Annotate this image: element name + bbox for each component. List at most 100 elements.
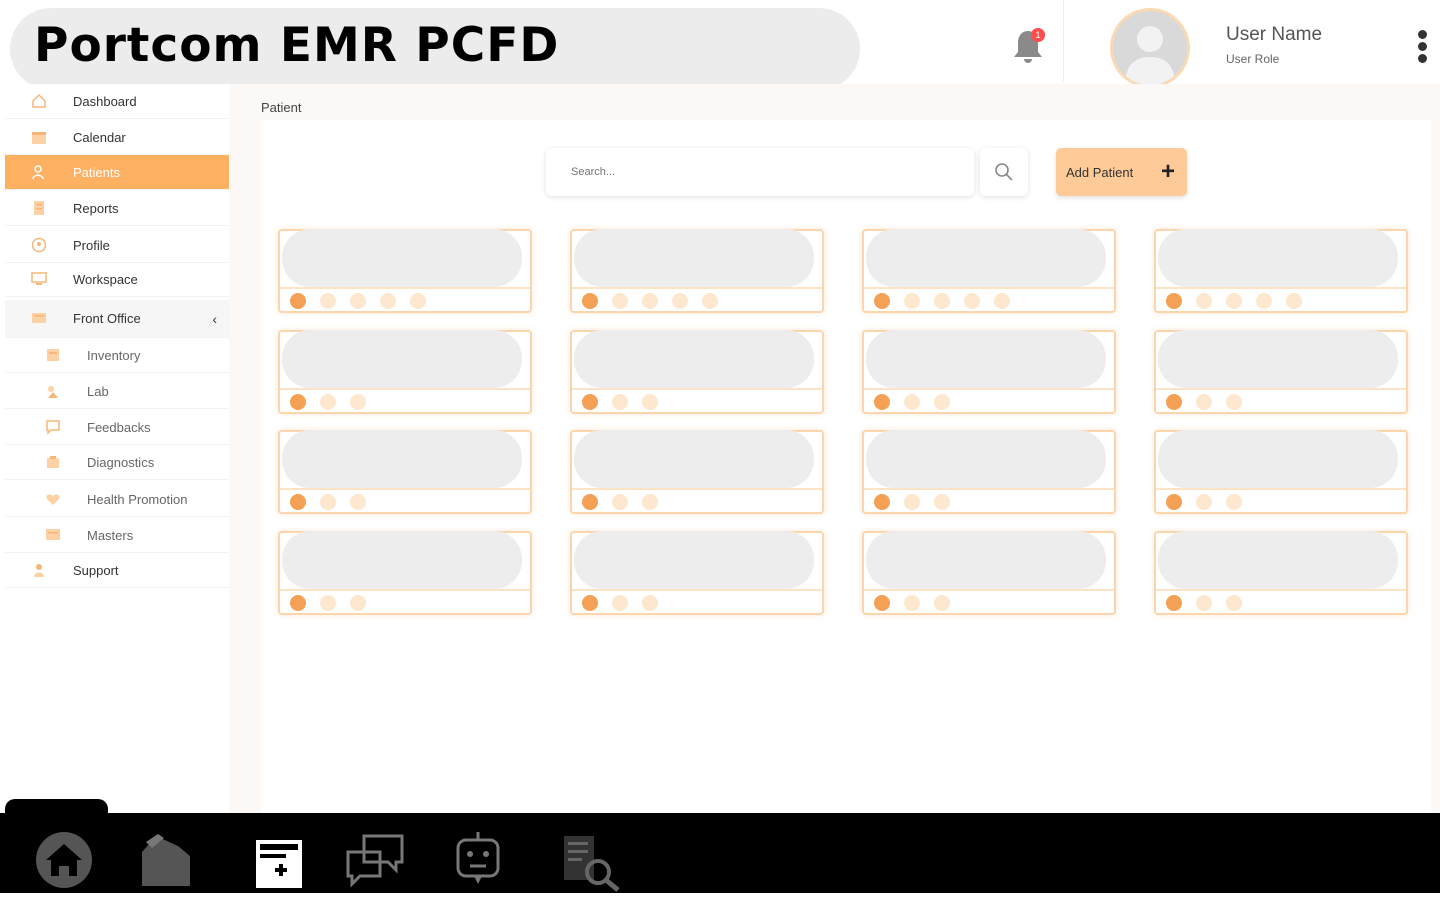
card-action-icon[interactable] (934, 293, 950, 309)
sidebar-item-lab[interactable]: Lab (5, 374, 229, 409)
card-action-icon[interactable] (1286, 293, 1302, 309)
patient-card[interactable] (570, 229, 824, 313)
sidebar-item-reports[interactable]: Reports (5, 191, 229, 226)
card-action-icon[interactable] (642, 394, 658, 410)
sidebar-item-support[interactable]: Support (5, 553, 229, 588)
sidebar-item-health-promotion[interactable]: Health Promotion (5, 482, 229, 517)
edit-icon[interactable] (874, 293, 890, 309)
card-action-icon[interactable] (1226, 293, 1242, 309)
card-action-icon[interactable] (904, 293, 920, 309)
sidebar-item-patients[interactable]: Patients (5, 155, 229, 190)
edit-icon[interactable] (582, 293, 598, 309)
files-icon[interactable] (134, 828, 198, 892)
sidebar-item-dashboard[interactable]: Dashboard (5, 84, 229, 119)
sidebar-item-feedbacks[interactable]: Feedbacks (5, 410, 229, 445)
card-action-icon[interactable] (1226, 494, 1242, 510)
card-action-icon[interactable] (1226, 394, 1242, 410)
card-action-icon[interactable] (672, 293, 688, 309)
patient-card[interactable] (570, 430, 824, 514)
card-action-icon[interactable] (350, 293, 366, 309)
patient-card[interactable] (278, 229, 532, 313)
app-title: Portcom EMR PCFD (34, 18, 560, 73)
card-action-icon[interactable] (320, 394, 336, 410)
card-action-icon[interactable] (350, 595, 366, 611)
card-action-icon[interactable] (904, 595, 920, 611)
sidebar-item-workspace[interactable]: Workspace (5, 262, 229, 297)
patient-card[interactable] (862, 531, 1116, 615)
patient-card[interactable] (1154, 229, 1408, 313)
edit-icon[interactable] (874, 394, 890, 410)
patient-card[interactable] (1154, 531, 1408, 615)
patient-card[interactable] (278, 430, 532, 514)
edit-icon[interactable] (290, 494, 306, 510)
search-button[interactable] (980, 148, 1028, 196)
sidebar-item-masters[interactable]: Masters (5, 518, 229, 553)
card-action-icon[interactable] (1196, 293, 1212, 309)
edit-icon[interactable] (290, 293, 306, 309)
edit-icon[interactable] (1166, 494, 1182, 510)
edit-icon[interactable] (1166, 394, 1182, 410)
search-input[interactable] (546, 148, 974, 196)
card-action-icon[interactable] (1196, 595, 1212, 611)
sidebar-item-diagnostics[interactable]: Diagnostics (5, 445, 229, 480)
card-action-icon[interactable] (1226, 595, 1242, 611)
add-patient-button[interactable]: Add Patient + (1056, 148, 1187, 196)
document-search-icon[interactable] (560, 828, 624, 892)
card-action-icon[interactable] (904, 394, 920, 410)
patient-card[interactable] (278, 531, 532, 615)
card-actions (874, 494, 950, 510)
edit-icon[interactable] (1166, 293, 1182, 309)
patient-card[interactable] (862, 430, 1116, 514)
patient-card[interactable] (570, 531, 824, 615)
edit-icon[interactable] (874, 494, 890, 510)
card-action-icon[interactable] (320, 293, 336, 309)
card-action-icon[interactable] (1196, 394, 1212, 410)
patient-card[interactable] (570, 330, 824, 414)
card-action-icon[interactable] (934, 394, 950, 410)
edit-icon[interactable] (582, 394, 598, 410)
patient-card[interactable] (862, 229, 1116, 313)
patient-card[interactable] (1154, 430, 1408, 514)
card-action-icon[interactable] (642, 494, 658, 510)
card-action-icon[interactable] (612, 595, 628, 611)
card-action-icon[interactable] (350, 394, 366, 410)
card-action-icon[interactable] (410, 293, 426, 309)
bot-icon[interactable] (446, 828, 510, 892)
card-action-icon[interactable] (934, 595, 950, 611)
card-action-icon[interactable] (934, 494, 950, 510)
edit-icon[interactable] (582, 494, 598, 510)
sidebar-item-front-office[interactable]: Front Office ‹ (5, 300, 229, 338)
edit-icon[interactable] (874, 595, 890, 611)
card-action-icon[interactable] (380, 293, 396, 309)
sidebar-item-profile[interactable]: Profile (5, 228, 229, 263)
card-action-icon[interactable] (702, 293, 718, 309)
card-action-icon[interactable] (350, 494, 366, 510)
card-action-icon[interactable] (964, 293, 980, 309)
card-action-icon[interactable] (642, 293, 658, 309)
edit-icon[interactable] (290, 394, 306, 410)
chevron-left-icon[interactable]: ‹ (212, 311, 217, 327)
card-action-icon[interactable] (904, 494, 920, 510)
patient-card[interactable] (862, 330, 1116, 414)
home-icon[interactable] (32, 828, 96, 892)
card-action-icon[interactable] (642, 595, 658, 611)
card-action-icon[interactable] (612, 394, 628, 410)
avatar[interactable] (1110, 8, 1190, 88)
card-action-icon[interactable] (320, 595, 336, 611)
card-action-icon[interactable] (1256, 293, 1272, 309)
sidebar-item-calendar[interactable]: Calendar (5, 120, 229, 155)
edit-icon[interactable] (1166, 595, 1182, 611)
card-action-icon[interactable] (320, 494, 336, 510)
edit-icon[interactable] (582, 595, 598, 611)
patient-card[interactable] (1154, 330, 1408, 414)
medical-record-icon[interactable] (250, 828, 314, 892)
card-action-icon[interactable] (612, 293, 628, 309)
chat-icon[interactable] (344, 828, 408, 892)
more-menu-icon[interactable] (1414, 28, 1430, 68)
edit-icon[interactable] (290, 595, 306, 611)
sidebar-item-inventory[interactable]: Inventory (5, 338, 229, 373)
card-action-icon[interactable] (612, 494, 628, 510)
patient-card[interactable] (278, 330, 532, 414)
card-action-icon[interactable] (1196, 494, 1212, 510)
card-action-icon[interactable] (994, 293, 1010, 309)
